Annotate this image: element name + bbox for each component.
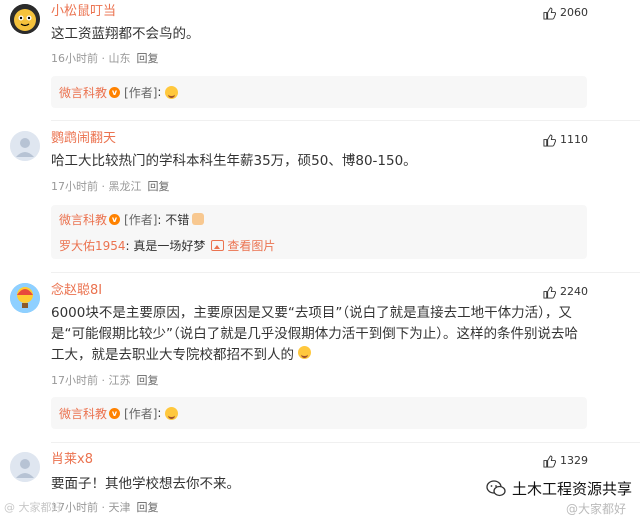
reply-item: 微言科教 v [作者] : 不错 [51, 206, 587, 232]
reply-item: 罗大佑1954 : 真是一场好梦 查看图片 [51, 232, 587, 258]
reply-button[interactable]: 回复 [137, 52, 159, 66]
reply-box: 微言科教 v [作者] : [51, 76, 587, 108]
watermark-right: 土木工程资源共享 [486, 478, 632, 499]
username[interactable]: 鹦鹉闹翻天 [51, 131, 116, 147]
author-tag: [作者] [124, 406, 158, 421]
like-button[interactable]: 1110 [543, 133, 588, 147]
like-button[interactable]: 1329 [543, 454, 588, 468]
reply-button[interactable]: 回复 [148, 180, 170, 194]
divider [51, 120, 640, 121]
reply-text: : 真是一场好梦 [125, 238, 206, 253]
comment-time: 17小时前 [51, 180, 98, 193]
reply-username[interactable]: 微言科教 [59, 211, 107, 228]
thumbs-up-icon [543, 133, 556, 147]
laughing-emoji-icon [165, 85, 179, 99]
reply-box: 微言科教 v [作者] : 不错 罗大佑1954 : 真是一场好梦 查看图片 [51, 205, 587, 259]
like-button[interactable]: 2240 [543, 285, 588, 299]
avatar-2[interactable] [10, 131, 40, 161]
author-tag: [作者] [124, 212, 158, 227]
watermark-right-text: 土木工程资源共享 [511, 480, 632, 498]
like-count: 1110 [560, 133, 588, 146]
reply-button[interactable]: 回复 [137, 501, 159, 515]
comment-location: 山东 [108, 52, 131, 65]
laughing-emoji-icon [298, 346, 311, 359]
avatar-1[interactable] [10, 4, 40, 34]
comment-text: 6000块不是主要原因，主要原因是又要“去项目”（说白了就是直接去工地干体力活）… [51, 303, 591, 366]
reply-text: : [157, 406, 162, 420]
username[interactable]: 小松鼠叮当 [51, 4, 116, 20]
comment-meta: 17小时前 · 黑龙江 回复 [51, 180, 170, 194]
avatar-4[interactable] [10, 452, 40, 482]
reply-box: 微言科教 v [作者] : [51, 397, 587, 429]
reply-username[interactable]: 微言科教 [59, 405, 107, 422]
comment-time: 16小时前 [51, 52, 98, 65]
like-count: 2060 [560, 6, 588, 19]
like-count: 2240 [560, 285, 588, 298]
thumbs-up-icon [543, 454, 556, 468]
reply-username[interactable]: 微言科教 [59, 84, 107, 101]
balloon-avatar-icon [10, 283, 40, 313]
view-image-link[interactable]: 查看图片 [227, 237, 275, 254]
reply-text: : 不错 [157, 212, 190, 227]
verified-badge-icon: v [109, 213, 121, 225]
comment-text-body: 6000块不是主要原因，主要原因是又要“去项目”（说白了就是直接去工地干体力活）… [51, 305, 578, 363]
author-tag: [作者] [124, 85, 158, 100]
comment-meta: 16小时前 · 山东 回复 [51, 52, 159, 66]
avatar-squirrel-icon [10, 4, 40, 34]
thumbs-up-icon [543, 285, 556, 299]
comment-text: 这工资蓝翔都不会鸟的。 [51, 26, 200, 42]
username[interactable]: 念赵聪8I [51, 283, 102, 299]
comment-text: 哈工大比较热门的学科本科生年薪35万，硕50、博80-150。 [51, 153, 417, 169]
default-avatar-icon [10, 131, 40, 161]
smirk-emoji-icon [165, 406, 179, 420]
like-count: 1329 [560, 454, 588, 467]
thumbs-up-emoji-icon [192, 213, 205, 225]
like-button[interactable]: 2060 [543, 6, 588, 20]
thumbs-up-icon [543, 6, 556, 20]
comment-time: 17小时前 [51, 374, 98, 387]
comment-location: 天津 [108, 501, 131, 514]
reply-item: 微言科教 v [作者] : [51, 76, 587, 108]
divider [51, 442, 640, 443]
comment-location: 黑龙江 [108, 180, 142, 193]
username[interactable]: 肖莱x8 [51, 452, 93, 468]
wechat-icon [486, 479, 506, 496]
default-avatar-icon [10, 452, 40, 482]
reply-username[interactable]: 罗大佑1954 [59, 237, 126, 254]
verified-badge-icon: v [109, 407, 121, 419]
verified-badge-icon: v [109, 86, 121, 98]
reply-text: : [157, 85, 162, 99]
watermark-sub: @大家都好 [565, 502, 626, 516]
divider [51, 272, 640, 273]
comment-meta: 17小时前 · 天津 回复 [51, 501, 159, 515]
comment-meta: 17小时前 · 江苏 回复 [51, 374, 159, 388]
comment-location: 江苏 [108, 374, 131, 387]
image-icon [211, 239, 225, 251]
watermark-left: @ 大家都好 [4, 501, 63, 514]
avatar-3[interactable] [10, 283, 40, 313]
reply-item: 微言科教 v [作者] : [51, 397, 587, 429]
reply-button[interactable]: 回复 [137, 374, 159, 388]
